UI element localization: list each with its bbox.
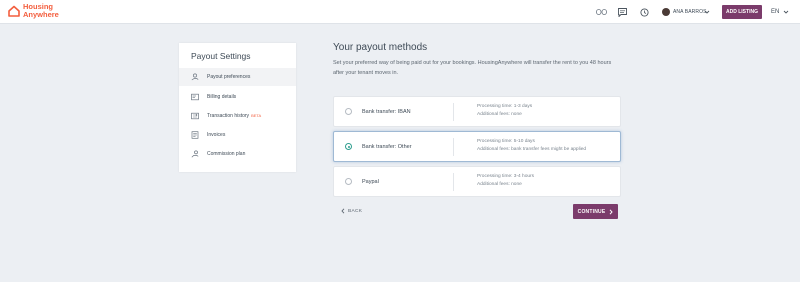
sidebar-item-label: Invoices — [207, 132, 226, 138]
method-processing-time: Processing time: 1-3 days — [477, 104, 533, 109]
method-additional-fees: Additional fees: none — [477, 182, 522, 187]
method-processing-time: Processing time: 3-4 hours — [477, 174, 535, 179]
sidebar-item-label: Transaction history BETA — [207, 112, 261, 120]
radio-button[interactable] — [345, 108, 352, 115]
beta-badge: BETA — [251, 113, 262, 118]
back-button[interactable]: BACK — [341, 208, 362, 214]
chevron-down-icon[interactable] — [704, 8, 710, 16]
invoice-icon — [191, 131, 199, 139]
sidebar-item-label: Payout preferences — [207, 74, 251, 80]
sidebar-title: Payout Settings — [191, 51, 251, 61]
sidebar-item-payout-preferences[interactable]: Payout preferences — [179, 68, 296, 86]
method-additional-fees: Additional fees: none — [477, 112, 522, 117]
continue-label: CONTINUE — [577, 208, 606, 215]
sidebar-item-transaction-history[interactable]: Transaction history BETA — [179, 107, 296, 125]
housinganywhere-logo[interactable]: Housing Anywhere — [8, 3, 59, 19]
favorites-link-icon[interactable] — [595, 6, 607, 18]
hand-coin-icon — [191, 73, 199, 81]
sidebar-item-invoices[interactable]: Invoices — [179, 126, 296, 144]
divider — [453, 173, 454, 191]
billing-card-icon — [191, 93, 199, 101]
method-additional-fees: Additional fees: bank transfer fees migh… — [477, 147, 587, 152]
top-navigation-bar: Housing Anywhere ANA BARROS ADD LISTING … — [0, 0, 800, 24]
messages-icon[interactable] — [616, 6, 628, 18]
transaction-history-label: Transaction history — [207, 113, 250, 119]
method-name: Bank transfer: IBAN — [362, 109, 411, 115]
logo-text: Housing Anywhere — [23, 3, 59, 19]
radio-button-selected[interactable] — [345, 143, 352, 150]
sidebar-item-commission-plan[interactable]: Commission plan — [179, 145, 296, 163]
chevron-down-icon[interactable] — [783, 8, 789, 16]
payout-method-bank-other[interactable]: Bank transfer: Other Processing time: 5-… — [333, 131, 621, 162]
continue-button[interactable]: CONTINUE — [573, 204, 618, 219]
chevron-right-icon — [609, 208, 614, 215]
history-clock-icon[interactable] — [638, 6, 650, 18]
language-selector[interactable]: EN — [771, 8, 779, 16]
transaction-history-icon — [191, 112, 199, 120]
commission-icon — [191, 150, 199, 158]
user-avatar[interactable] — [662, 8, 670, 16]
method-name: Bank transfer: Other — [362, 144, 412, 150]
chevron-left-icon — [341, 208, 345, 214]
page-description: Set your preferred way of being paid out… — [333, 60, 612, 76]
user-menu-name[interactable]: ANA BARROS — [673, 8, 707, 16]
back-label: BACK — [348, 208, 363, 214]
payout-method-iban[interactable]: Bank transfer: IBAN Processing time: 1-3… — [333, 96, 621, 127]
method-name: Paypal — [362, 179, 379, 185]
payout-settings-sidebar: Payout Settings Payout preferences Billi… — [179, 43, 296, 172]
sidebar-item-billing-details[interactable]: Billing details — [179, 88, 296, 106]
method-processing-time: Processing time: 5-10 days — [477, 139, 535, 144]
sidebar-item-label: Billing details — [207, 94, 237, 100]
add-listing-button[interactable]: ADD LISTING — [722, 5, 762, 19]
page-title: Your payout methods — [333, 42, 428, 53]
logo-line-2: Anywhere — [23, 10, 59, 19]
sidebar-item-label: Commission plan — [207, 151, 246, 157]
radio-button[interactable] — [345, 178, 352, 185]
payout-method-paypal[interactable]: Paypal Processing time: 3-4 hours Additi… — [333, 166, 621, 197]
house-logo-icon — [8, 5, 20, 17]
divider — [453, 103, 454, 121]
divider — [453, 138, 454, 156]
